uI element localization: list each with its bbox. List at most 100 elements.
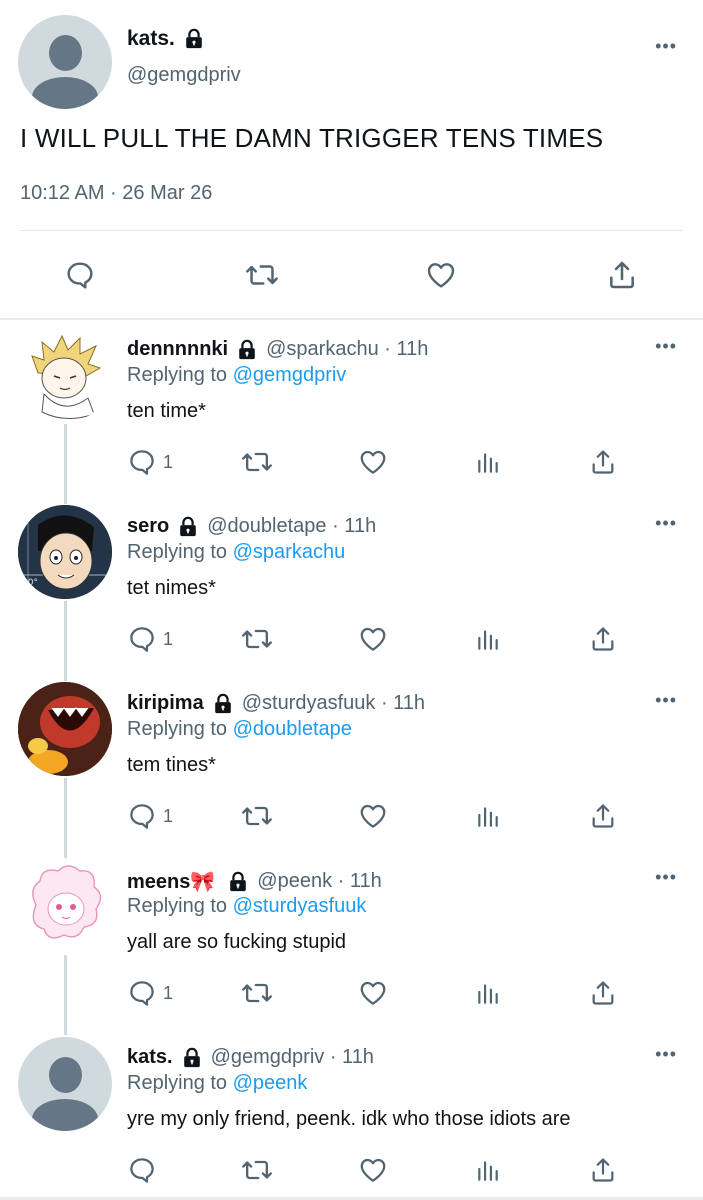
views-button[interactable] [475, 1153, 501, 1187]
avatar[interactable] [18, 1037, 112, 1131]
heart-icon [360, 627, 386, 651]
views-button[interactable] [475, 622, 501, 656]
bar-chart-icon [478, 453, 498, 473]
retweet-button[interactable] [241, 976, 273, 1010]
reply-header: kiripima @sturdyasfuuk · 11h [127, 692, 425, 715]
bar-chart-icon [478, 984, 498, 1004]
retweet-button[interactable] [241, 1153, 273, 1187]
display-name[interactable]: kats. [127, 1046, 173, 1069]
display-name[interactable]: kats. [127, 27, 205, 51]
mention-link[interactable]: @sparkachu [233, 541, 346, 563]
share-icon [610, 261, 634, 289]
share-button[interactable] [589, 445, 617, 479]
handle[interactable]: @gemgdpriv [127, 64, 241, 87]
retweet-button[interactable] [241, 799, 273, 833]
more-options-icon[interactable]: ••• [655, 690, 677, 711]
speech-bubble-icon [130, 981, 154, 1006]
replying-to-label: Replying to [127, 1072, 233, 1094]
mention-link[interactable]: @sturdyasfuuk [233, 895, 367, 917]
share-icon [592, 804, 614, 828]
handle[interactable]: @sparkachu · 11h [266, 338, 428, 361]
mention-link[interactable]: @peenk [233, 1072, 308, 1094]
action-bar: 1 [127, 445, 627, 479]
display-name-text: kats. [127, 27, 175, 50]
reply-button[interactable]: 1 [127, 445, 173, 479]
reply-button[interactable]: 1 [127, 799, 173, 833]
share-icon [592, 450, 614, 474]
views-button[interactable] [475, 445, 501, 479]
like-button[interactable] [421, 255, 461, 295]
reply-header: meens🎀 @peenk · 11h [127, 869, 382, 894]
reply-header: dennnnnki @sparkachu · 11h [127, 338, 428, 361]
more-options-icon[interactable]: ••• [655, 1044, 677, 1065]
mention-link[interactable]: @gemgdpriv [233, 364, 347, 386]
share-button[interactable] [589, 799, 617, 833]
reply-tweet[interactable]: kiripima @sturdyasfuuk · 11h ••• Replyin… [0, 682, 703, 852]
display-name[interactable]: kiripima [127, 692, 204, 715]
avatar-image [18, 682, 112, 776]
handle[interactable]: @gemgdpriv · 11h [211, 1046, 374, 1069]
share-button[interactable] [589, 622, 617, 656]
like-button[interactable] [357, 799, 389, 833]
reply-count: 1 [163, 805, 174, 826]
views-button[interactable] [475, 976, 501, 1010]
replying-to-label: Replying to [127, 541, 233, 563]
handle[interactable]: @doubletape · 11h [207, 515, 376, 538]
reply-tweet[interactable]: dennnnnki @sparkachu · 11h ••• Replying … [0, 328, 703, 498]
separator [20, 230, 683, 231]
retweet-icon [242, 452, 272, 472]
replying-to: Replying to @peenk [127, 1072, 307, 1095]
mention-link[interactable]: @doubletape [233, 718, 352, 740]
speech-bubble-icon [130, 627, 154, 652]
tweet-text: I WILL PULL THE DAMN TRIGGER TENS TIMES [20, 123, 604, 153]
like-button[interactable] [357, 976, 389, 1010]
divider [0, 318, 703, 320]
more-options-icon[interactable]: ••• [655, 867, 677, 888]
display-name[interactable]: sero [127, 515, 169, 538]
timestamp[interactable]: 10:12 AM · 26 Mar 26 [20, 182, 212, 205]
reply-tweet[interactable]: 30° sero @doubletape · 11h ••• Replying … [0, 505, 703, 675]
avatar[interactable]: 30° [18, 505, 112, 599]
speech-bubble-icon [130, 450, 154, 475]
share-button[interactable] [602, 255, 642, 295]
like-button[interactable] [357, 445, 389, 479]
retweet-button[interactable] [242, 255, 282, 295]
reply-count: 1 [163, 982, 174, 1003]
reply-button[interactable]: 1 [127, 976, 173, 1010]
handle[interactable]: @peenk · 11h [257, 870, 381, 893]
reply-tweet[interactable]: meens🎀 @peenk · 11h ••• Replying to @stu… [0, 859, 703, 1029]
like-button[interactable] [357, 622, 389, 656]
lock-icon [214, 693, 231, 713]
display-name[interactable]: dennnnnki [127, 338, 228, 361]
reply-button[interactable] [127, 1153, 163, 1187]
retweet-button[interactable] [241, 622, 273, 656]
more-options-icon[interactable]: ••• [655, 36, 677, 57]
share-button[interactable] [589, 1153, 617, 1187]
lock-icon [180, 516, 197, 536]
avatar[interactable] [18, 15, 112, 109]
more-options-icon[interactable]: ••• [655, 336, 677, 357]
more-options-icon[interactable]: ••• [655, 513, 677, 534]
like-button[interactable] [357, 1153, 389, 1187]
reply-text: yall are so fucking stupid [127, 931, 347, 953]
retweet-button[interactable] [241, 445, 273, 479]
heart-icon [427, 263, 455, 288]
bar-chart-icon [478, 630, 498, 650]
display-name[interactable]: meens🎀 [127, 869, 215, 894]
action-bar: 1 [127, 976, 627, 1010]
heart-icon [360, 1158, 386, 1182]
avatar[interactable] [18, 328, 112, 422]
avatar[interactable] [18, 682, 112, 776]
reply-tweet[interactable]: kats. @gemgdpriv · 11h ••• Replying to @… [0, 1036, 703, 1196]
reply-button[interactable] [60, 255, 100, 295]
reply-button[interactable]: 1 [127, 622, 173, 656]
replying-to: Replying to @gemgdpriv [127, 364, 346, 387]
share-icon [592, 1158, 614, 1182]
handle[interactable]: @sturdyasfuuk · 11h [242, 692, 425, 715]
avatar[interactable] [18, 859, 112, 953]
retweet-icon [242, 806, 272, 826]
reply-header: kats. @gemgdpriv · 11h [127, 1046, 374, 1069]
retweet-icon [242, 629, 272, 649]
share-button[interactable] [589, 976, 617, 1010]
views-button[interactable] [475, 799, 501, 833]
